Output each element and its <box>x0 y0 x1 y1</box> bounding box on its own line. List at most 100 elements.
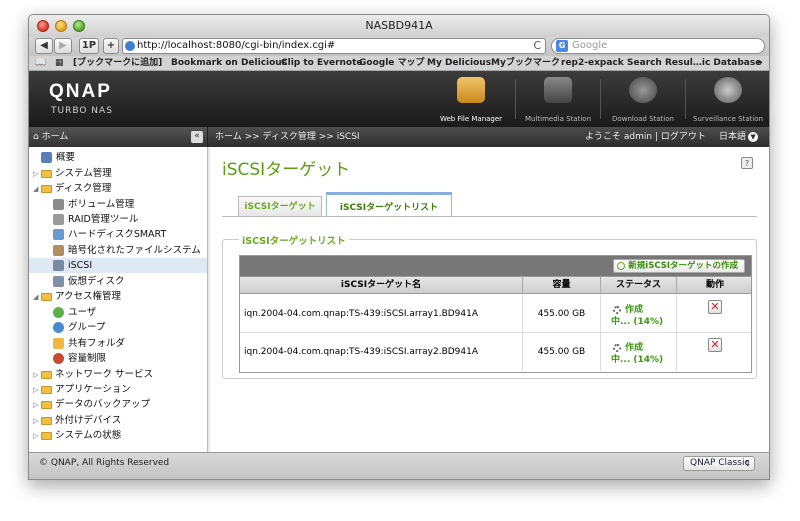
sidebar-item-quota[interactable]: 容量制限 <box>29 351 207 366</box>
download-station-app[interactable]: Download Station <box>601 71 685 127</box>
add-icon <box>617 262 626 270</box>
column-header[interactable]: 容量 <box>523 277 601 294</box>
browser-window: NASBD941A ◀ ▶ 1P + http://localhost:8080… <box>28 14 770 480</box>
table-row[interactable]: iqn.2004-04.com.qnap:TS-439:iSCSI.array1… <box>240 295 751 333</box>
target-name: iqn.2004-04.com.qnap:TS-439:iSCSI.array2… <box>240 333 523 371</box>
file-manager-icon <box>457 77 485 103</box>
delete-target-button[interactable]: ✕ <box>708 338 722 352</box>
tab-iscsi-target[interactable]: iSCSIターゲット <box>238 196 322 216</box>
bookmark-item[interactable]: Bookmark on Delicious <box>171 56 287 70</box>
encryption-icon <box>53 245 64 256</box>
help-button[interactable]: ? <box>741 157 753 169</box>
onepassword-button[interactable]: 1P <box>79 38 99 54</box>
zoom-window-button[interactable] <box>73 20 85 32</box>
sidebar-home-label[interactable]: ホーム <box>42 132 69 142</box>
sidebar-item-raid-tool[interactable]: RAID管理ツール <box>29 212 207 227</box>
sidebar-item-access-rights[interactable]: ◢ アクセス権管理 <box>29 289 207 304</box>
user-icon <box>53 307 64 318</box>
camera-icon <box>714 77 742 103</box>
sidebar-item-backup[interactable]: ▷ データのバックアップ <box>29 397 207 412</box>
bookmark-item[interactable]: Myブックマーク <box>491 56 560 70</box>
search-input[interactable]: G Google <box>551 38 765 54</box>
folder-icon <box>41 431 52 440</box>
quota-icon <box>53 353 64 364</box>
forward-button[interactable]: ▶ <box>54 38 72 54</box>
sidebar-item-disk-management[interactable]: ◢ ディスク管理 <box>29 181 207 196</box>
sidebar-item-applications[interactable]: ▷ アプリケーション <box>29 382 207 397</box>
sidebar-item-hdd-smart[interactable]: ハードディスクSMART <box>29 227 207 242</box>
volume-icon <box>53 199 64 210</box>
bookmark-item[interactable]: Search Resul…ic Database <box>627 56 761 70</box>
folder-icon <box>41 169 52 178</box>
delete-icon: ✕ <box>710 338 720 351</box>
add-bookmark-button[interactable]: + <box>103 38 119 54</box>
hdd-smart-icon <box>53 229 64 240</box>
multimedia-station-app[interactable]: Multimedia Station <box>516 71 600 127</box>
sidebar-item-volume-management[interactable]: ボリューム管理 <box>29 197 207 212</box>
sidebar-item-system-status[interactable]: ▷ システムの状態 <box>29 428 207 443</box>
more-bookmarks-icon[interactable]: » <box>757 56 763 70</box>
target-table: 新規iSCSIターゲットの作成 iSCSIターゲット名 容量 ステータス 動作 … <box>239 255 752 373</box>
folder-icon <box>41 416 52 425</box>
column-header[interactable]: iSCSIターゲット名 <box>240 277 523 294</box>
folder-icon <box>41 292 52 301</box>
sidebar-item-network-services[interactable]: ▷ ネットワーク サービス <box>29 367 207 382</box>
delete-icon: ✕ <box>710 300 720 313</box>
web-file-manager-app[interactable]: Web File Manager <box>429 71 513 127</box>
status-badge: 作成 中... (14%) <box>611 343 664 365</box>
bookmark-item[interactable]: rep2-expack <box>561 56 624 70</box>
url-text: http://localhost:8080/cgi-bin/index.cgi# <box>137 40 336 51</box>
expand-icon: ▷ <box>33 170 39 178</box>
section-title: iSCSIターゲットリスト <box>239 233 349 247</box>
url-bar[interactable]: http://localhost:8080/cgi-bin/index.cgi#… <box>122 38 546 54</box>
column-header[interactable]: 動作 <box>677 277 753 294</box>
language-selector[interactable]: 日本語 ▼ <box>719 127 759 147</box>
theme-select[interactable]: QNAP Classic ⇕ <box>683 456 755 471</box>
spinner-icon <box>613 343 621 352</box>
column-header[interactable]: ステータス <box>601 277 677 294</box>
sidebar-item-iscsi[interactable]: iSCSI <box>29 258 207 273</box>
expand-icon: ▷ <box>33 386 39 394</box>
iscsi-icon <box>53 260 64 271</box>
expand-icon: ▷ <box>33 432 39 440</box>
minimize-window-button[interactable] <box>55 20 67 32</box>
bookmark-item[interactable]: My Delicious <box>427 56 491 70</box>
turbo-nas-label: TURBO NAS <box>51 106 113 116</box>
sidebar-item-system-admin[interactable]: ▷ システム管理 <box>29 166 207 181</box>
sidebar-item-encrypted-fs[interactable]: 暗号化されたファイルシステム <box>29 243 207 258</box>
sidebar-item-overview[interactable]: 概要 <box>29 150 207 165</box>
qnap-logo: QNAP <box>49 81 112 102</box>
window-title: NASBD941A <box>365 19 433 32</box>
tab-iscsi-target-list[interactable]: iSCSIターゲットリスト <box>326 192 452 217</box>
table-row[interactable]: iqn.2004-04.com.qnap:TS-439:iSCSI.array2… <box>240 333 751 371</box>
folder-icon <box>41 370 52 379</box>
sidebar-item-virtual-disk[interactable]: 仮想ディスク <box>29 274 207 289</box>
sidebar-item-users[interactable]: ユーザ <box>29 305 207 320</box>
virtual-disk-icon <box>53 276 64 287</box>
bookmark-item[interactable]: Google マップ <box>359 56 425 70</box>
sidebar-item-shared-folders[interactable]: 共有フォルダ <box>29 336 207 351</box>
reload-icon[interactable]: C <box>533 39 541 53</box>
bookmark-item[interactable]: Clip to Evernote <box>281 56 363 70</box>
target-list-section: iSCSIターゲットリスト 新規iSCSIターゲットの作成 iSCSIターゲット… <box>222 233 757 379</box>
expand-icon: ▷ <box>33 371 39 379</box>
title-bar: NASBD941A <box>29 15 769 37</box>
top-sites-icon[interactable]: ▦ <box>55 56 64 70</box>
sidebar-item-groups[interactable]: グループ <box>29 320 207 335</box>
collapse-sidebar-button[interactable]: « <box>191 131 203 143</box>
delete-target-button[interactable]: ✕ <box>708 300 722 314</box>
bookmark-item[interactable]: [ブックマークに追加] <box>73 56 162 70</box>
welcome-logout[interactable]: ようこそ admin | ログアウト <box>585 127 706 147</box>
sidebar-item-external-devices[interactable]: ▷ 外付けデバイス <box>29 413 207 428</box>
shared-folder-icon <box>53 338 64 349</box>
close-window-button[interactable] <box>37 20 49 32</box>
multimedia-icon <box>544 77 572 103</box>
raid-icon <box>53 214 64 225</box>
surveillance-station-app[interactable]: Surveillance Station <box>686 71 769 127</box>
folder-icon <box>41 400 52 409</box>
nav-bar: ⌂ ホーム « ホーム >> ディスク管理 >> iSCSI ようこそ admi… <box>29 127 769 147</box>
breadcrumb: ホーム >> ディスク管理 >> iSCSI <box>215 132 360 142</box>
back-button[interactable]: ◀ <box>35 38 53 54</box>
create-target-button[interactable]: 新規iSCSIターゲットの作成 <box>613 259 745 273</box>
reading-list-icon[interactable]: 📖 <box>35 56 46 70</box>
